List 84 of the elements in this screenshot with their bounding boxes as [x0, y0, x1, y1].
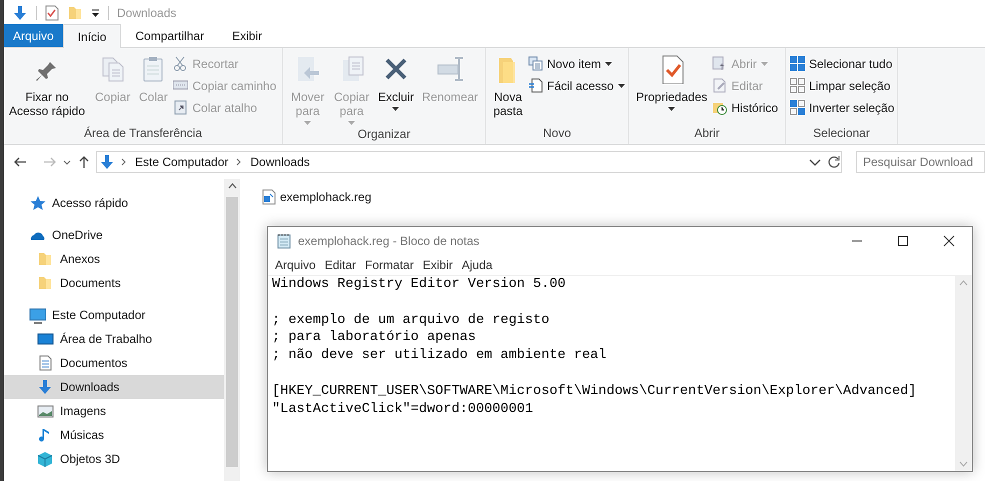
ribbon-button[interactable]: Inverter seleção [790, 99, 894, 116]
nav-item[interactable]: Downloads [4, 375, 224, 399]
ribbon-button[interactable]: Limpar seleção [790, 77, 894, 94]
caret-icon [392, 107, 400, 111]
refresh-icon[interactable] [827, 155, 841, 169]
ribbon-button[interactable]: Selecionar tudo [790, 55, 894, 72]
ribbon-tab[interactable]: Início [62, 24, 122, 48]
menu-item[interactable]: Formatar [361, 256, 418, 274]
ribbon-button[interactable]: Fixar no Acesso rápido [4, 54, 90, 118]
nav-item[interactable]: Músicas [4, 423, 224, 447]
invert-selection-icon [790, 100, 805, 115]
shortcut-icon [173, 100, 188, 115]
new-item-icon [528, 56, 543, 71]
chevron-icon [236, 158, 242, 166]
scroll-up-icon[interactable] [228, 183, 236, 189]
edit-icon [712, 78, 728, 93]
ribbon-button[interactable]: Histórico [712, 99, 778, 116]
nav-item[interactable]: Objetos 3D [4, 447, 224, 471]
search-field[interactable]: Pesquisar Download [856, 151, 985, 173]
caret-icon [668, 107, 676, 111]
document-icon [528, 78, 543, 93]
ribbon-button[interactable]: Novo item [528, 55, 625, 72]
cube-icon [37, 450, 54, 468]
menu-item[interactable]: Arquivo [271, 256, 320, 274]
ribbon-button[interactable]: Nova pasta [490, 54, 526, 118]
document-icon [37, 354, 54, 372]
history-icon [712, 100, 728, 115]
scrollbar-thumb[interactable] [226, 197, 238, 467]
file-item[interactable]: exemplohack.reg [262, 187, 376, 207]
image-icon [37, 402, 54, 420]
group-label: Selecionar [813, 125, 870, 142]
clear-selection-icon [790, 78, 805, 93]
caret-icon [618, 84, 625, 88]
ribbon-tab[interactable]: Exibir [218, 24, 276, 47]
menu-item[interactable]: Exibir [418, 256, 457, 274]
caret-icon [348, 121, 356, 125]
caret-icon [760, 62, 768, 66]
group-label: Organizar [358, 126, 410, 143]
nav-item[interactable]: Documentos [4, 351, 224, 375]
scissors-icon [173, 56, 188, 71]
window-title: exemplohack.reg - Bloco de notas [298, 233, 480, 250]
group-label: Área de Transferência [84, 125, 202, 142]
nav-item[interactable]: Anexos [4, 247, 224, 271]
breadcrumb[interactable]: Downloads [248, 153, 312, 171]
customize-caret-icon[interactable] [91, 8, 100, 18]
nav-item[interactable]: OneDrive [4, 223, 224, 247]
download-arrow-icon [37, 378, 54, 396]
folder-icon [37, 274, 54, 292]
nav-item[interactable]: Este Computador [4, 303, 224, 327]
download-arrow-icon [99, 154, 115, 170]
monitor-icon [29, 306, 46, 324]
nav-item[interactable]: Documents [4, 271, 224, 295]
address-field[interactable]: Este Computador Downloads [96, 151, 842, 173]
caret-icon [605, 62, 612, 66]
group-label: Abrir [694, 125, 720, 142]
file-tab[interactable]: Arquivo [4, 24, 63, 47]
registry-file-icon [262, 189, 276, 205]
nav-item[interactable]: Área de Trabalho [4, 327, 224, 351]
download-arrow-icon[interactable] [12, 4, 28, 20]
rename-icon [434, 54, 465, 84]
breadcrumb[interactable]: Este Computador [133, 153, 230, 171]
ribbon-button[interactable]: Propriedades [633, 54, 710, 111]
nav-item[interactable]: Acesso rápido [4, 191, 224, 215]
chevron-icon [121, 158, 127, 166]
maximize-icon [897, 235, 909, 247]
dropdown-icon[interactable] [809, 158, 821, 166]
window-title: Downloads [117, 4, 176, 22]
folder-icon [37, 250, 54, 268]
group-label: Novo [542, 125, 571, 142]
select-all-icon [790, 56, 805, 71]
caret-icon [304, 121, 312, 125]
ribbon-button[interactable]: Excluir [374, 54, 417, 111]
notepad-icon [276, 233, 292, 249]
close-icon [943, 235, 955, 247]
menu-item[interactable]: Ajuda [458, 256, 496, 274]
ribbon-tab[interactable]: Compartilhar [121, 24, 218, 47]
star-icon [29, 194, 46, 212]
menu-item[interactable]: Editar [320, 256, 360, 274]
text-content[interactable]: Windows Registry Editor Version 5.00 ; exemplo de um arquivo de registo ; para laboratório apenas ; não deve ser utilizado em ambiente real [HKEY_CURRENT_USER\SOFTWARE\Microsoft\Windows\CurrentVersion\Explorer\Advanced] "LastActiveClick"=dword:00000001 [268, 276, 955, 471]
scrollbar[interactable] [224, 179, 240, 481]
desktop-icon [37, 330, 54, 348]
ribbon-button[interactable]: Fácil acesso [528, 77, 625, 94]
properties-icon[interactable] [45, 4, 59, 20]
nav-item[interactable]: Imagens [4, 399, 224, 423]
